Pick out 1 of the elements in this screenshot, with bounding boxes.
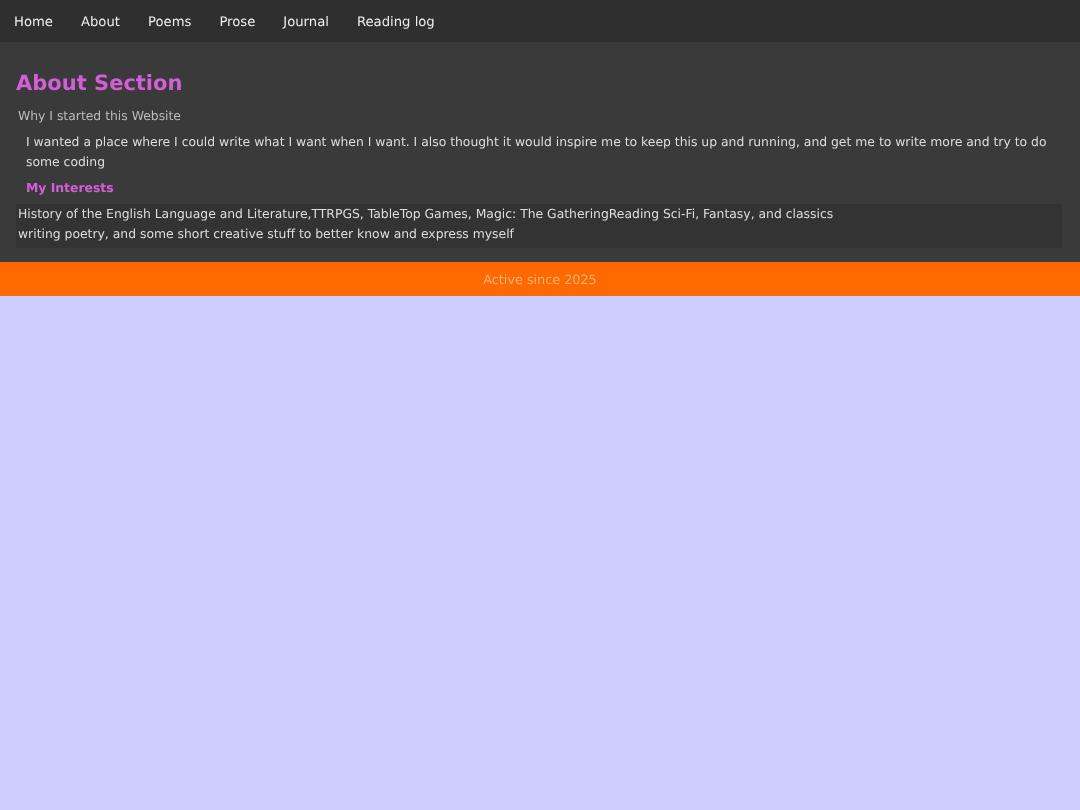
section-title: About Section bbox=[16, 72, 185, 96]
